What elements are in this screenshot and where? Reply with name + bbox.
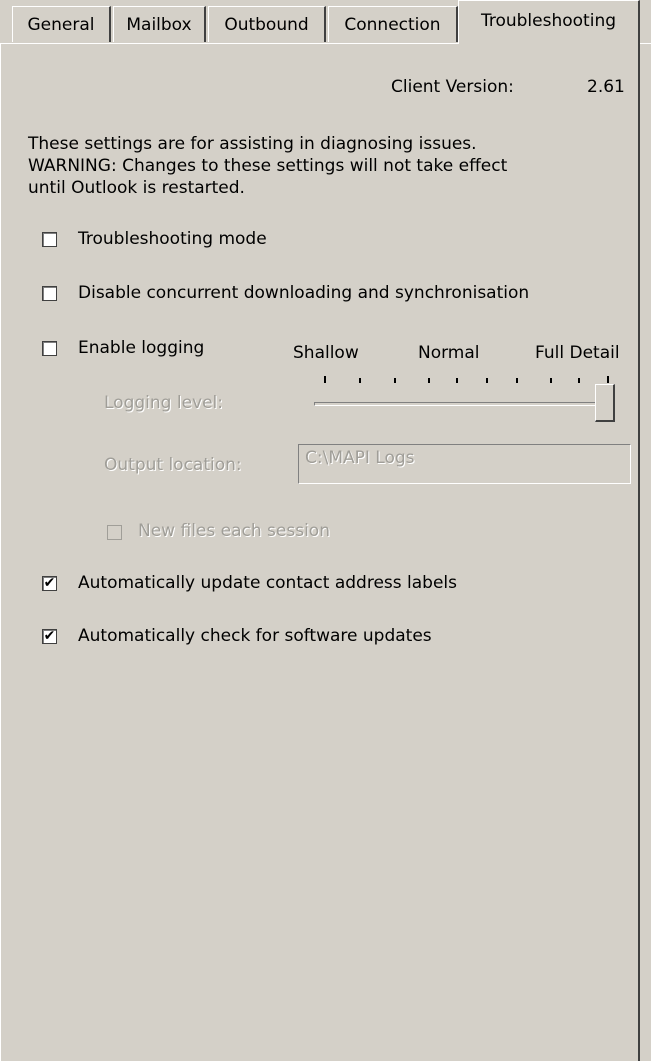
client-version-value: 2.61	[587, 77, 625, 97]
troubleshooting-page: Client Version: 2.61 These settings are …	[0, 44, 640, 1061]
troubleshooting-mode-checkbox[interactable]	[42, 232, 57, 247]
auto-update-labels-label[interactable]: Automatically update contact address lab…	[78, 573, 457, 593]
slider-tick	[456, 378, 458, 383]
slider-tick	[359, 378, 361, 383]
slider-tick	[486, 378, 488, 383]
slider-tick	[428, 378, 430, 383]
logging-level-slider-thumb[interactable]	[595, 384, 615, 422]
new-files-label[interactable]: New files each session	[138, 521, 330, 541]
client-version-label: Client Version:	[391, 77, 514, 97]
troubleshooting-mode-label[interactable]: Troubleshooting mode	[78, 229, 267, 249]
output-location-input[interactable]: C:\MAPI Logs	[298, 444, 631, 484]
tab-outbound[interactable]: Outbound	[208, 6, 326, 42]
disable-concurrent-checkbox[interactable]	[42, 286, 57, 301]
output-location-value: C:\MAPI Logs	[305, 448, 415, 468]
logging-level-track[interactable]	[314, 402, 614, 406]
enable-logging-checkbox[interactable]	[42, 341, 57, 356]
scale-label-shallow: Shallow	[293, 343, 359, 363]
scale-label-full: Full Detail	[535, 343, 620, 363]
slider-tick	[394, 378, 396, 383]
auto-check-updates-checkbox[interactable]: ✔	[42, 629, 57, 644]
output-location-label: Output location:	[104, 455, 242, 475]
enable-logging-label[interactable]: Enable logging	[78, 338, 204, 358]
description-line-2: WARNING: Changes to these settings will …	[28, 156, 508, 176]
auto-check-updates-label[interactable]: Automatically check for software updates	[78, 626, 432, 646]
scale-label-normal: Normal	[418, 343, 480, 363]
auto-update-labels-checkbox[interactable]: ✔	[42, 576, 57, 591]
slider-tick	[324, 376, 326, 383]
slider-tick	[550, 378, 552, 383]
disable-concurrent-label[interactable]: Disable concurrent downloading and synch…	[78, 283, 529, 303]
tab-mailbox[interactable]: Mailbox	[113, 6, 206, 42]
description-line-1: These settings are for assisting in diag…	[28, 134, 477, 154]
slider-tick	[607, 376, 609, 383]
slider-tick	[516, 378, 518, 383]
tab-connection[interactable]: Connection	[328, 6, 458, 42]
description-line-3: until Outlook is restarted.	[28, 178, 245, 198]
logging-level-label: Logging level:	[104, 393, 223, 413]
tab-general[interactable]: General	[12, 6, 111, 42]
tab-strip: General Mailbox Outbound Connection Trou…	[0, 0, 651, 44]
slider-tick	[578, 378, 580, 383]
tab-troubleshooting[interactable]: Troubleshooting	[458, 0, 640, 44]
description-text: These settings are for assisting in diag…	[28, 133, 507, 199]
new-files-checkbox[interactable]	[107, 525, 122, 540]
